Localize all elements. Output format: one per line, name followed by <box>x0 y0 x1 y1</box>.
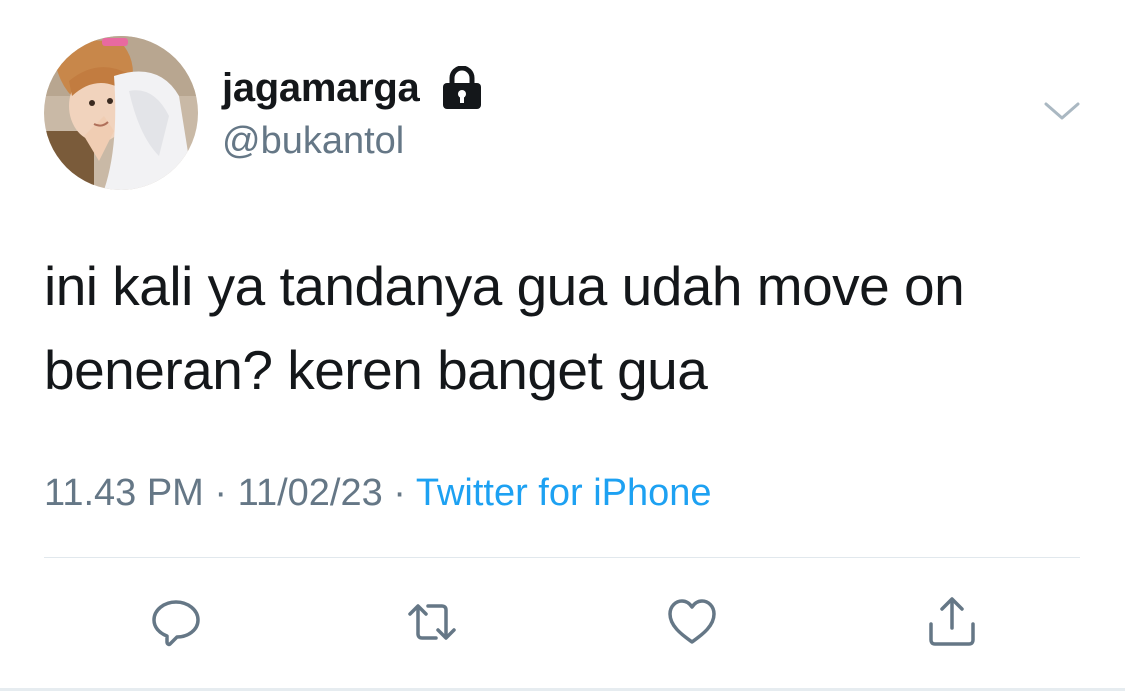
tweet-time: 11.43 PM <box>44 472 204 514</box>
reply-icon <box>152 600 200 647</box>
tweet-text: ini kali ya tandanya gua udah move on be… <box>44 255 965 401</box>
tweet-meta: 11.43 PM · 11/02/23 · Twitter for iPhone <box>44 472 712 515</box>
like-icon <box>668 599 716 644</box>
tweet-date: 11/02/23 <box>237 472 383 514</box>
retweet-icon <box>408 604 456 640</box>
tweet-card: jagamarga @bukantol ini kali ya tandanya… <box>0 0 1125 691</box>
display-name[interactable]: jagamarga <box>222 66 420 111</box>
chevron-down-icon[interactable] <box>1040 96 1084 126</box>
divider <box>44 557 1080 558</box>
reply-button[interactable] <box>148 594 204 650</box>
retweet-button[interactable] <box>404 594 460 650</box>
profile-photo <box>44 36 198 190</box>
share-button[interactable] <box>924 594 980 650</box>
avatar[interactable] <box>44 36 198 190</box>
user-handle[interactable]: @bukantol <box>222 120 404 163</box>
share-icon <box>929 597 975 646</box>
like-button[interactable] <box>664 594 720 650</box>
tweet-source-link[interactable]: Twitter for iPhone <box>416 472 712 514</box>
lock-icon <box>441 65 483 110</box>
user-name-row: jagamarga <box>222 60 483 116</box>
action-bar <box>0 594 1125 650</box>
meta-separator: · <box>393 472 406 514</box>
meta-separator: · <box>214 472 228 514</box>
